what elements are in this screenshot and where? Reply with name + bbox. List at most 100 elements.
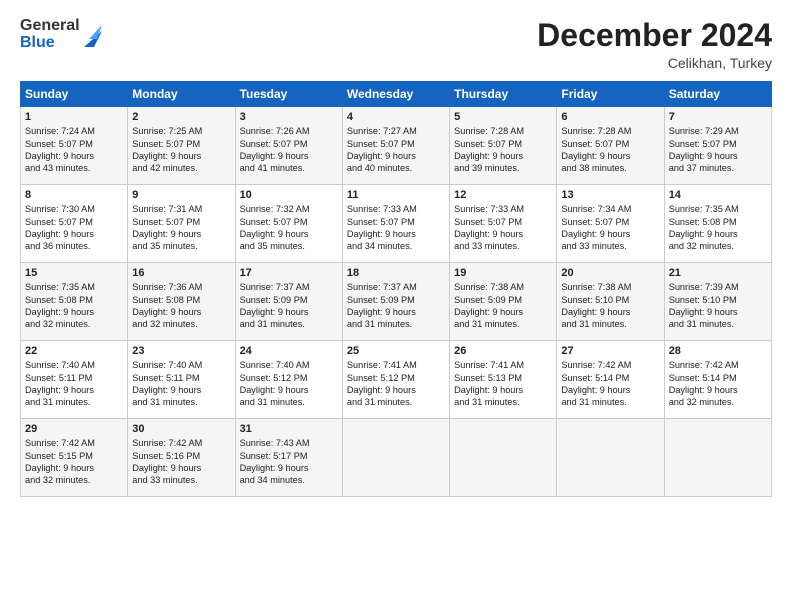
day-info-line: Daylight: 9 hours (132, 384, 230, 396)
day-info-line: Sunrise: 7:42 AM (561, 359, 659, 371)
day-cell: 19Sunrise: 7:38 AMSunset: 5:09 PMDayligh… (450, 263, 557, 341)
logo-general: General (20, 18, 80, 35)
day-number: 31 (240, 423, 338, 435)
day-cell: 20Sunrise: 7:38 AMSunset: 5:10 PMDayligh… (557, 263, 664, 341)
day-number: 1 (25, 111, 123, 123)
day-info-line: Daylight: 9 hours (669, 150, 767, 162)
day-info-line: Daylight: 9 hours (25, 150, 123, 162)
day-info-line: Sunset: 5:17 PM (240, 450, 338, 462)
day-info-line: Sunrise: 7:28 AM (454, 125, 552, 137)
day-info-line: Sunset: 5:07 PM (454, 138, 552, 150)
day-info-line: Sunset: 5:14 PM (561, 372, 659, 384)
day-info-line: and 33 minutes. (561, 240, 659, 252)
week-row-5: 29Sunrise: 7:42 AMSunset: 5:15 PMDayligh… (21, 419, 772, 497)
day-info-line: Sunset: 5:12 PM (240, 372, 338, 384)
day-cell (342, 419, 449, 497)
day-info-line: and 35 minutes. (240, 240, 338, 252)
day-info-line: and 31 minutes. (240, 318, 338, 330)
day-info-line: Daylight: 9 hours (454, 306, 552, 318)
logo-blue: Blue (20, 35, 80, 52)
day-info-line: and 31 minutes. (454, 396, 552, 408)
day-cell: 28Sunrise: 7:42 AMSunset: 5:14 PMDayligh… (664, 341, 771, 419)
day-info-line: Sunrise: 7:33 AM (454, 203, 552, 215)
day-info-line: Daylight: 9 hours (561, 150, 659, 162)
day-number: 4 (347, 111, 445, 123)
day-info-line: Daylight: 9 hours (132, 150, 230, 162)
weekday-header-saturday: Saturday (664, 82, 771, 107)
day-cell (664, 419, 771, 497)
day-number: 2 (132, 111, 230, 123)
day-info-line: Sunrise: 7:41 AM (347, 359, 445, 371)
day-info-line: Sunrise: 7:27 AM (347, 125, 445, 137)
day-cell: 9Sunrise: 7:31 AMSunset: 5:07 PMDaylight… (128, 185, 235, 263)
day-info-line: and 36 minutes. (25, 240, 123, 252)
day-info-line: Sunset: 5:07 PM (25, 138, 123, 150)
day-info-line: Sunrise: 7:35 AM (669, 203, 767, 215)
day-number: 10 (240, 189, 338, 201)
day-cell: 1Sunrise: 7:24 AMSunset: 5:07 PMDaylight… (21, 107, 128, 185)
day-info-line: Sunrise: 7:28 AM (561, 125, 659, 137)
day-info-line: and 31 minutes. (669, 318, 767, 330)
day-number: 25 (347, 345, 445, 357)
day-info-line: and 32 minutes. (669, 240, 767, 252)
day-info-line: Daylight: 9 hours (454, 384, 552, 396)
day-info-line: Sunset: 5:10 PM (669, 294, 767, 306)
logo-arrow-icon (84, 21, 102, 47)
day-info-line: Sunset: 5:07 PM (240, 138, 338, 150)
day-info-line: Sunset: 5:11 PM (25, 372, 123, 384)
day-info-line: Daylight: 9 hours (669, 228, 767, 240)
day-cell: 18Sunrise: 7:37 AMSunset: 5:09 PMDayligh… (342, 263, 449, 341)
weekday-header-thursday: Thursday (450, 82, 557, 107)
day-info-line: Sunset: 5:07 PM (669, 138, 767, 150)
day-info-line: and 31 minutes. (240, 396, 338, 408)
day-cell: 22Sunrise: 7:40 AMSunset: 5:11 PMDayligh… (21, 341, 128, 419)
day-number: 19 (454, 267, 552, 279)
day-number: 5 (454, 111, 552, 123)
location-subtitle: Celikhan, Turkey (537, 55, 772, 71)
day-cell: 7Sunrise: 7:29 AMSunset: 5:07 PMDaylight… (664, 107, 771, 185)
day-number: 14 (669, 189, 767, 201)
day-cell: 16Sunrise: 7:36 AMSunset: 5:08 PMDayligh… (128, 263, 235, 341)
title-block: December 2024 Celikhan, Turkey (537, 18, 772, 71)
day-info-line: Daylight: 9 hours (561, 228, 659, 240)
day-info-line: Sunset: 5:15 PM (25, 450, 123, 462)
day-cell (450, 419, 557, 497)
day-info-line: Sunset: 5:07 PM (347, 138, 445, 150)
week-row-3: 15Sunrise: 7:35 AMSunset: 5:08 PMDayligh… (21, 263, 772, 341)
logo: General Blue (20, 18, 102, 52)
day-cell (557, 419, 664, 497)
day-info-line: and 34 minutes. (240, 474, 338, 486)
day-info-line: and 34 minutes. (347, 240, 445, 252)
day-info-line: Daylight: 9 hours (240, 384, 338, 396)
day-info-line: Daylight: 9 hours (25, 228, 123, 240)
day-cell: 15Sunrise: 7:35 AMSunset: 5:08 PMDayligh… (21, 263, 128, 341)
day-info-line: and 32 minutes. (25, 474, 123, 486)
day-number: 3 (240, 111, 338, 123)
day-info-line: Sunset: 5:13 PM (454, 372, 552, 384)
day-info-line: Sunrise: 7:30 AM (25, 203, 123, 215)
day-info-line: Sunset: 5:09 PM (454, 294, 552, 306)
day-number: 24 (240, 345, 338, 357)
day-number: 27 (561, 345, 659, 357)
weekday-header-wednesday: Wednesday (342, 82, 449, 107)
day-number: 28 (669, 345, 767, 357)
day-info-line: Sunrise: 7:25 AM (132, 125, 230, 137)
calendar-page: General Blue December 2024 Celikhan, Tur… (0, 0, 792, 612)
day-number: 18 (347, 267, 445, 279)
day-info-line: Sunset: 5:12 PM (347, 372, 445, 384)
day-number: 11 (347, 189, 445, 201)
week-row-2: 8Sunrise: 7:30 AMSunset: 5:07 PMDaylight… (21, 185, 772, 263)
day-number: 6 (561, 111, 659, 123)
day-cell: 11Sunrise: 7:33 AMSunset: 5:07 PMDayligh… (342, 185, 449, 263)
day-info-line: Daylight: 9 hours (240, 462, 338, 474)
day-info-line: Daylight: 9 hours (561, 306, 659, 318)
day-info-line: Sunset: 5:08 PM (132, 294, 230, 306)
day-info-line: Sunrise: 7:29 AM (669, 125, 767, 137)
day-info-line: and 31 minutes. (454, 318, 552, 330)
day-info-line: Daylight: 9 hours (454, 228, 552, 240)
weekday-header-friday: Friday (557, 82, 664, 107)
day-info-line: and 42 minutes. (132, 162, 230, 174)
day-info-line: Sunrise: 7:37 AM (240, 281, 338, 293)
day-info-line: Sunrise: 7:31 AM (132, 203, 230, 215)
day-info-line: Sunrise: 7:42 AM (25, 437, 123, 449)
